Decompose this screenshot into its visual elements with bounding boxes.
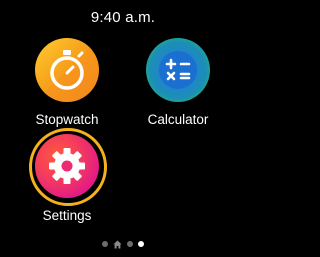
calculator-tile[interactable] — [140, 32, 216, 108]
app-calculator[interactable]: Calculator — [133, 32, 223, 127]
home-icon[interactable] — [113, 240, 122, 249]
page-dot-3[interactable] — [127, 241, 133, 247]
settings-tile[interactable] — [29, 128, 107, 206]
page-indicator[interactable] — [0, 237, 246, 251]
app-stopwatch[interactable]: Stopwatch — [22, 32, 112, 127]
page-dot-active[interactable] — [138, 241, 144, 247]
stopwatch-tile[interactable] — [29, 32, 105, 108]
app-label-stopwatch: Stopwatch — [35, 112, 99, 127]
app-label-settings: Settings — [42, 208, 92, 223]
calculator-icon[interactable] — [146, 38, 210, 102]
watch-screen: 9:40 a.m. Stopwatch Calculator Settings — [0, 0, 246, 257]
stopwatch-glyph — [35, 38, 99, 102]
page-dot-1[interactable] — [102, 241, 108, 247]
gear-icon[interactable] — [35, 134, 99, 198]
app-settings[interactable]: Settings — [22, 128, 112, 223]
gear-glyph — [49, 148, 85, 184]
calculator-glyph — [159, 51, 197, 89]
status-time: 9:40 a.m. — [90, 9, 156, 26]
app-label-calculator: Calculator — [147, 112, 209, 127]
stopwatch-icon[interactable] — [35, 38, 99, 102]
